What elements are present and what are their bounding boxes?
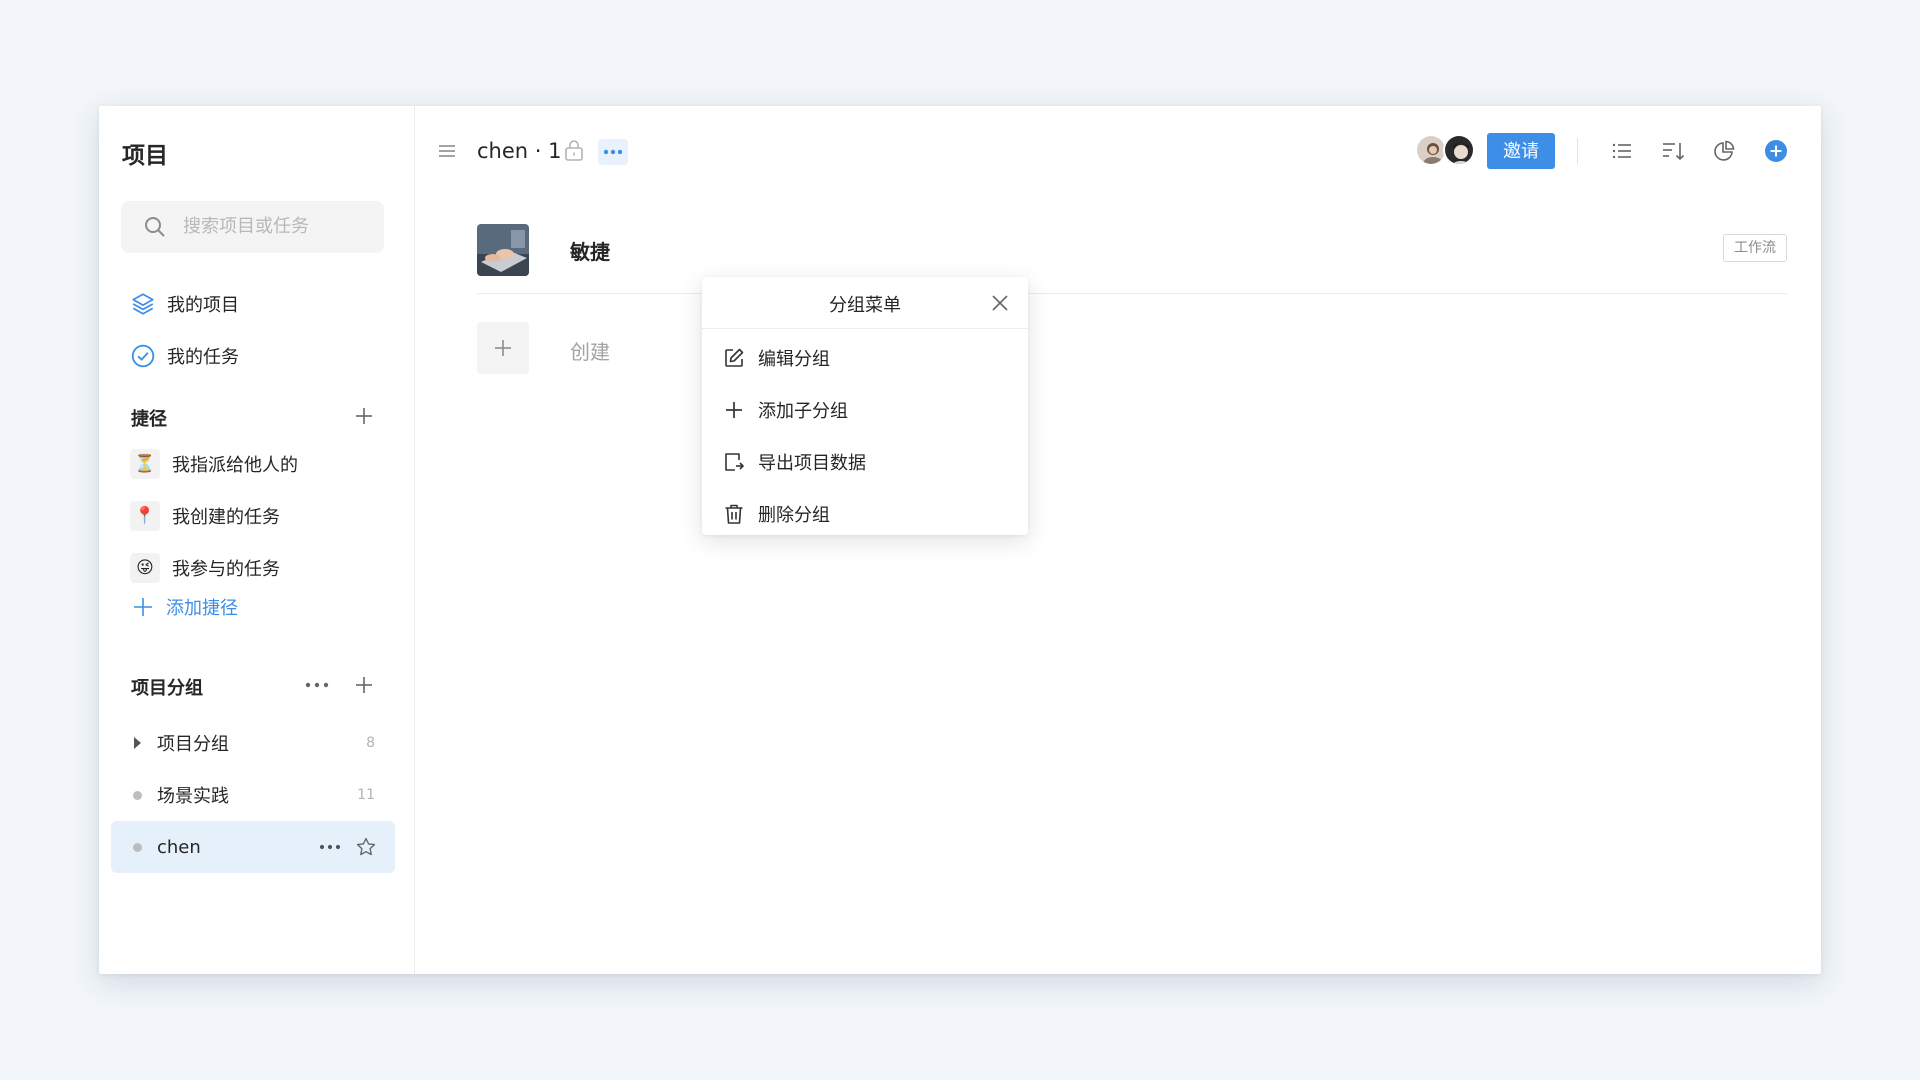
menu-item-label: 添加子分组: [758, 401, 848, 422]
add-task-plus-circle-icon[interactable]: [1763, 138, 1789, 164]
menu-item-edit-group[interactable]: 编辑分组: [722, 338, 830, 378]
group-menu-popover: 分组菜单 编辑分组 添加子分组 导出项目数据 删除分组: [702, 277, 1028, 535]
hourglass-icon: ⏳: [130, 449, 160, 479]
shortcut-label: 我参与的任务: [172, 559, 280, 580]
popover-title: 分组菜单: [829, 295, 901, 316]
shortcut-item-created-by-me[interactable]: 📍 我创建的任务: [130, 496, 280, 536]
trash-icon: [722, 502, 746, 526]
winking-face-icon: 😜: [130, 553, 160, 583]
add-shortcut-label: 添加捷径: [166, 598, 238, 619]
shortcut-item-participated[interactable]: 😜 我参与的任务: [130, 548, 280, 588]
statistics-pie-icon[interactable]: [1711, 138, 1737, 164]
app-window: 项目 搜索项目或任务 我的项目 我的任务 捷径 ⏳ 我指派给他人的 📍 我创建的…: [99, 106, 1821, 974]
create-label: 创建: [570, 340, 610, 364]
check-circle-icon: [129, 342, 157, 370]
list-view-icon[interactable]: [1609, 138, 1635, 164]
bullet-dot-icon: [117, 842, 157, 852]
group-item-scenario-practice[interactable]: 场景实践 11: [111, 769, 395, 821]
sidebar-title: 项目: [122, 143, 168, 169]
sort-icon[interactable]: [1660, 138, 1686, 164]
sidebar-item-label: 我的任务: [167, 347, 239, 368]
menu-item-export-data[interactable]: 导出项目数据: [722, 442, 866, 482]
menu-item-delete-group[interactable]: 删除分组: [722, 494, 830, 534]
menu-item-add-subgroup[interactable]: 添加子分组: [722, 390, 848, 430]
close-icon[interactable]: [988, 291, 1012, 315]
project-more-button[interactable]: [598, 139, 628, 165]
search-icon: [145, 217, 165, 237]
invite-button[interactable]: 邀请: [1487, 133, 1555, 169]
sidebar-item-label: 我的项目: [167, 295, 239, 316]
avatar[interactable]: [1443, 134, 1475, 166]
task-title: 敏捷: [570, 240, 610, 264]
group-count: 8: [366, 735, 375, 751]
add-shortcut-link[interactable]: 添加捷径: [132, 594, 238, 620]
plus-icon: [495, 340, 511, 356]
expand-caret-icon[interactable]: [117, 737, 157, 749]
group-count: 11: [357, 787, 375, 803]
shortcut-label: 我创建的任务: [172, 507, 280, 528]
layers-icon: [129, 290, 157, 318]
project-title: chen · 1: [477, 139, 562, 163]
group-label: 场景实践: [157, 786, 229, 807]
add-shortcut-plus-button[interactable]: [350, 402, 378, 430]
sidebar: 项目 搜索项目或任务 我的项目 我的任务 捷径 ⏳ 我指派给他人的 📍 我创建的…: [99, 106, 415, 974]
group-item-project-group[interactable]: 项目分组 8: [111, 717, 395, 769]
lock-icon[interactable]: [563, 138, 585, 162]
shortcut-label: 我指派给他人的: [172, 455, 298, 476]
member-avatars[interactable]: [1415, 134, 1477, 168]
toolbar-divider: [1577, 138, 1578, 164]
groups-more-button[interactable]: [303, 671, 331, 699]
menu-item-label: 删除分组: [758, 505, 830, 526]
create-button[interactable]: [477, 322, 529, 374]
sidebar-item-my-tasks[interactable]: 我的任务: [129, 336, 239, 376]
search-placeholder: 搜索项目或任务: [183, 216, 309, 237]
task-list-row[interactable]: 敏捷 工作流: [477, 218, 1787, 294]
search-input[interactable]: 搜索项目或任务: [121, 201, 384, 253]
project-cover-thumbnail: [477, 224, 529, 276]
workflow-tag[interactable]: 工作流: [1723, 234, 1787, 262]
menu-item-label: 编辑分组: [758, 349, 830, 370]
main-panel: chen · 1 邀请 敏捷 工作流 创建: [415, 106, 1821, 974]
star-icon[interactable]: [351, 832, 381, 862]
groups-heading: 项目分组: [131, 678, 203, 699]
export-icon: [722, 450, 746, 474]
group-label: chen: [157, 836, 201, 858]
edit-icon: [722, 346, 746, 370]
group-more-icon[interactable]: [315, 832, 345, 862]
pin-icon: 📍: [130, 501, 160, 531]
sidebar-item-my-projects[interactable]: 我的项目: [129, 284, 239, 324]
more-dots-icon: [603, 149, 623, 155]
menu-item-label: 导出项目数据: [758, 453, 866, 474]
group-label: 项目分组: [157, 734, 229, 755]
shortcut-item-assigned-by-me[interactable]: ⏳ 我指派给他人的: [130, 444, 298, 484]
bullet-dot-icon: [117, 790, 157, 800]
group-item-chen[interactable]: chen: [111, 821, 395, 873]
add-group-button[interactable]: [350, 671, 378, 699]
shortcuts-heading: 捷径: [131, 409, 167, 430]
plus-icon: [722, 398, 746, 422]
popover-header: 分组菜单: [702, 277, 1028, 329]
menu-toggle-icon[interactable]: [435, 139, 459, 163]
plus-icon: [134, 598, 152, 616]
